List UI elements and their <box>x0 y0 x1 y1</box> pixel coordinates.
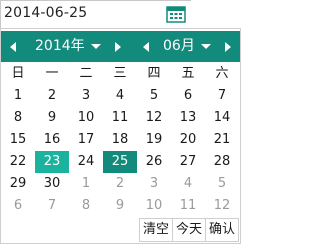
day-cell[interactable]: 7 <box>205 85 239 107</box>
day-cell[interactable]: 15 <box>1 129 35 151</box>
day-cell[interactable]: 6 <box>171 85 205 107</box>
day-cell-other-month[interactable]: 5 <box>205 173 239 195</box>
next-year-button[interactable] <box>107 31 129 62</box>
day-cell[interactable]: 9 <box>35 107 69 129</box>
date-input[interactable]: 2014-06-25 <box>0 0 191 29</box>
day-cell[interactable]: 29 <box>1 173 35 195</box>
date-picker: 2014年 06月 日一二三四五六 1 2 3 4 5 6 7 8 9 10 11 12 13 14 15 1… <box>0 28 241 244</box>
day-cell-other-month[interactable]: 11 <box>171 195 205 217</box>
day-cell[interactable]: 19 <box>137 129 171 151</box>
calendar-icon[interactable] <box>166 6 186 23</box>
weekday-label: 三 <box>113 66 127 81</box>
day-cell-other-month[interactable]: 12 <box>205 195 239 217</box>
day-cell[interactable]: 8 <box>1 107 35 129</box>
day-cell[interactable]: 1 <box>1 85 35 107</box>
day-cell[interactable]: 27 <box>171 151 205 173</box>
day-cell[interactable]: 28 <box>205 151 239 173</box>
day-cell[interactable]: 17 <box>69 129 103 151</box>
day-cell[interactable]: 14 <box>205 107 239 129</box>
day-cell[interactable]: 3 <box>69 85 103 107</box>
day-cell[interactable]: 21 <box>205 129 239 151</box>
caret-down-icon <box>90 43 101 49</box>
day-cell[interactable]: 18 <box>103 129 137 151</box>
chevron-right-icon <box>225 41 231 52</box>
confirm-button[interactable]: 确认 <box>204 218 239 242</box>
chevron-right-icon <box>115 41 121 52</box>
day-cell-other-month[interactable]: 10 <box>137 195 171 217</box>
day-cell[interactable]: 24 <box>69 151 103 173</box>
chevron-left-icon <box>10 41 16 52</box>
day-cell[interactable]: 4 <box>103 85 137 107</box>
picker-footer: 清空 今天 确认 <box>138 218 239 242</box>
weekday-label: 二 <box>79 66 93 81</box>
day-cell-other-month[interactable]: 9 <box>103 195 137 217</box>
picker-header: 2014年 06月 <box>1 31 240 62</box>
weekday-label: 五 <box>181 66 195 81</box>
day-cell-selected[interactable]: 25 <box>103 151 137 173</box>
day-cell-other-month[interactable]: 2 <box>103 173 137 195</box>
day-cell-other-month[interactable]: 7 <box>35 195 69 217</box>
chevron-left-icon <box>143 41 149 52</box>
day-cell[interactable]: 13 <box>171 107 205 129</box>
day-cell[interactable]: 26 <box>137 151 171 173</box>
caret-down-icon <box>200 43 211 49</box>
clear-button[interactable]: 清空 <box>138 218 173 242</box>
weekday-header: 日一二三四五六 <box>1 63 240 85</box>
prev-year-button[interactable] <box>2 31 24 62</box>
day-cell-other-month[interactable]: 8 <box>69 195 103 217</box>
date-input-value[interactable]: 2014-06-25 <box>4 5 87 21</box>
day-cell[interactable]: 5 <box>137 85 171 107</box>
weekday-label: 四 <box>147 66 161 81</box>
weekday-label: 日 <box>11 66 25 81</box>
day-cell-other-month[interactable]: 3 <box>137 173 171 195</box>
next-month-button[interactable] <box>217 31 239 62</box>
day-cell[interactable]: 10 <box>69 107 103 129</box>
day-cell-other-month[interactable]: 6 <box>1 195 35 217</box>
day-cell[interactable]: 2 <box>35 85 69 107</box>
month-select[interactable]: 06月 <box>163 31 211 62</box>
day-cell-today[interactable]: 23 <box>35 151 69 173</box>
weekday-label: 一 <box>45 66 59 81</box>
weekday-label: 六 <box>215 66 229 81</box>
prev-month-button[interactable] <box>135 31 157 62</box>
today-button[interactable]: 今天 <box>171 218 206 242</box>
day-cell-other-month[interactable]: 1 <box>69 173 103 195</box>
day-cell[interactable]: 11 <box>103 107 137 129</box>
day-cell[interactable]: 20 <box>171 129 205 151</box>
year-label: 2014年 <box>35 38 85 54</box>
day-cell[interactable]: 12 <box>137 107 171 129</box>
month-label: 06月 <box>163 38 195 54</box>
day-cell[interactable]: 16 <box>35 129 69 151</box>
day-cell[interactable]: 30 <box>35 173 69 195</box>
year-select[interactable]: 2014年 <box>35 31 101 62</box>
day-cell-other-month[interactable]: 4 <box>171 173 205 195</box>
day-cell[interactable]: 22 <box>1 151 35 173</box>
